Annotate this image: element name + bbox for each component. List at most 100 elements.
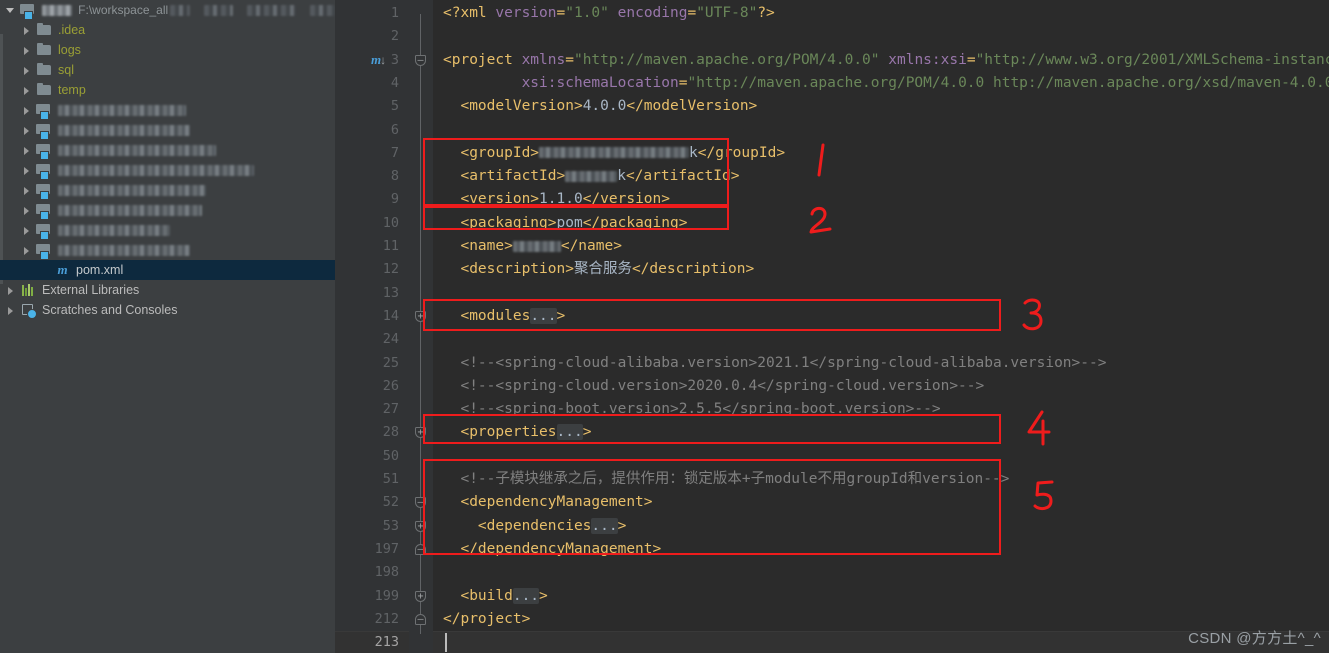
folded-content-placeholder[interactable]: ...	[530, 307, 557, 324]
chevron-right-icon[interactable]	[20, 244, 33, 257]
chevron-right-icon[interactable]	[20, 204, 33, 217]
tree-item-external-libraries[interactable]: External Libraries	[0, 280, 335, 300]
folder-icon	[36, 62, 53, 78]
tree-item-pom-xml[interactable]: m pom.xml	[0, 260, 335, 280]
tree-item-scratches-and-consoles[interactable]: Scratches and Consoles	[0, 300, 335, 320]
code-token: >	[617, 517, 627, 534]
code-line[interactable]: <?xml version="1.0" encoding="UTF-8"?>	[433, 2, 1329, 25]
chevron-right-icon[interactable]	[20, 64, 33, 77]
collapse-fold-icon[interactable]: –	[415, 613, 426, 625]
code-editor[interactable]: 1 2 3 4 5 6 7 8 9 10 11 12 13 14 24 25 26 27 28 50 51 52 53 197…	[335, 0, 1329, 653]
code-token: <!--<spring-cloud.version>2020.0.4</spri…	[443, 377, 985, 394]
code-token: </modelVersion>	[626, 98, 758, 115]
code-line[interactable]: <description>聚合服务</description>	[433, 258, 1329, 281]
code-line[interactable]	[433, 445, 1329, 468]
code-line[interactable]: <dependencies...>	[433, 515, 1329, 538]
redacted-module-name	[58, 104, 186, 116]
code-folding-column[interactable]: – + + – + – + –	[409, 0, 433, 653]
code-line[interactable]: <!--<spring-cloud.version>2020.0.4</spri…	[433, 375, 1329, 398]
line-number: 10	[382, 214, 399, 231]
chevron-right-icon[interactable]	[20, 24, 33, 37]
line-number-gutter[interactable]: 1 2 3 4 5 6 7 8 9 10 11 12 13 14 24 25 26 27 28 50 51 52 53 197…	[335, 0, 409, 653]
tree-item-module[interactable]	[0, 240, 335, 260]
line-number: 8	[390, 168, 399, 185]
code-line[interactable]: <modules...>	[433, 305, 1329, 328]
chevron-right-icon[interactable]	[20, 84, 33, 97]
code-token: </dependencyManagement>	[443, 540, 662, 557]
redacted-module-name	[58, 224, 170, 236]
tree-item-idea[interactable]: .idea	[0, 20, 335, 40]
tree-item-module[interactable]: F:\workspace_all	[0, 0, 335, 20]
tree-item-module[interactable]	[0, 100, 335, 120]
chevron-right-icon[interactable]	[20, 224, 33, 237]
expand-fold-icon[interactable]: +	[415, 310, 426, 322]
line-number: 198	[374, 564, 399, 581]
tree-item-temp[interactable]: temp	[0, 80, 335, 100]
expand-fold-icon[interactable]: +	[415, 520, 426, 532]
line-number: 11	[382, 238, 399, 254]
line-number: 6	[390, 121, 399, 138]
redacted-module-name	[58, 164, 254, 176]
tree-item-sql[interactable]: sql	[0, 60, 335, 80]
collapse-fold-icon[interactable]: –	[415, 497, 426, 509]
chevron-right-icon[interactable]	[4, 284, 17, 297]
chevron-right-icon[interactable]	[4, 304, 17, 317]
tree-item-logs[interactable]: logs	[0, 40, 335, 60]
code-line[interactable]: <!--<spring-cloud-alibaba.version>2021.1…	[433, 352, 1329, 375]
tree-item-module[interactable]	[0, 140, 335, 160]
tree-item-module[interactable]	[0, 200, 335, 220]
tree-item-label: pom.xml	[76, 263, 124, 277]
expand-fold-icon[interactable]: +	[415, 590, 426, 602]
code-line[interactable]: <!--<spring-boot.version>2.5.5</spring-b…	[433, 398, 1329, 421]
code-line[interactable]: <properties...>	[433, 421, 1329, 444]
chevron-right-icon[interactable]	[20, 44, 33, 57]
code-line[interactable]: <dependencyManagement>	[433, 491, 1329, 514]
code-line[interactable]	[433, 282, 1329, 305]
chevron-right-icon[interactable]	[20, 144, 33, 157]
code-line[interactable]	[433, 561, 1329, 584]
line-number: 5	[390, 98, 399, 115]
code-token: >	[582, 424, 592, 441]
chevron-right-icon[interactable]	[20, 124, 33, 137]
maven-reload-icon[interactable]: m↓	[371, 52, 386, 68]
code-token: >	[556, 307, 566, 324]
code-line[interactable]	[433, 119, 1329, 142]
folded-content-placeholder[interactable]: ...	[512, 587, 540, 604]
chevron-right-icon[interactable]	[20, 164, 33, 177]
code-line[interactable]: </dependencyManagement>	[433, 538, 1329, 561]
code-line[interactable]: <!--子模块继承之后，提供作用：锁定版本+子module不用groupId和v…	[433, 468, 1329, 491]
code-line[interactable]: <build...>	[433, 585, 1329, 608]
code-line[interactable]: xsi:schemaLocation="http://maven.apache.…	[433, 72, 1329, 95]
tree-item-module[interactable]	[0, 180, 335, 200]
collapse-fold-icon[interactable]: –	[415, 54, 426, 66]
code-line[interactable]: <name> </name>	[433, 235, 1329, 258]
expand-fold-icon[interactable]: +	[415, 427, 426, 439]
collapse-fold-icon[interactable]: –	[415, 543, 426, 555]
chevron-right-icon[interactable]	[20, 104, 33, 117]
code-token: =	[687, 5, 697, 21]
folded-content-placeholder[interactable]: ...	[591, 517, 618, 534]
tree-item-module[interactable]	[0, 120, 335, 140]
chevron-down-icon[interactable]	[4, 4, 17, 17]
code-line[interactable]	[433, 328, 1329, 351]
tree-item-module[interactable]	[0, 220, 335, 240]
code-line[interactable]: <artifactId> k</artifactId>	[433, 165, 1329, 188]
code-token: "http://www.w3.org/2001/XMLSchema-instan…	[975, 51, 1329, 68]
folded-content-placeholder[interactable]: ...	[556, 424, 583, 441]
project-tool-window[interactable]: F:\workspace_all .idea logs sql temp m pom.xml…	[0, 0, 335, 653]
code-line[interactable]: <groupId> k</groupId>	[433, 142, 1329, 165]
project-root-path: F:\workspace_all	[78, 3, 169, 17]
line-number: 51	[382, 471, 399, 487]
annotation-number-3	[1021, 297, 1049, 335]
line-number: 28	[382, 424, 399, 441]
tree-item-module[interactable]	[0, 160, 335, 180]
chevron-right-icon[interactable]	[20, 184, 33, 197]
code-line[interactable]: <project xmlns="http://maven.apache.org/…	[433, 49, 1329, 72]
code-line[interactable]: <packaging>pom</packaging>	[433, 212, 1329, 235]
project-tree[interactable]: F:\workspace_all .idea logs sql temp m pom.xml…	[0, 0, 335, 320]
code-line[interactable]: <modelVersion>4.0.0</modelVersion>	[433, 95, 1329, 118]
code-text-area[interactable]: <?xml version="1.0" encoding="UTF-8"?> <p…	[433, 0, 1329, 653]
code-line[interactable]: <version>1.1.0</version>	[433, 188, 1329, 211]
code-line[interactable]	[433, 25, 1329, 48]
